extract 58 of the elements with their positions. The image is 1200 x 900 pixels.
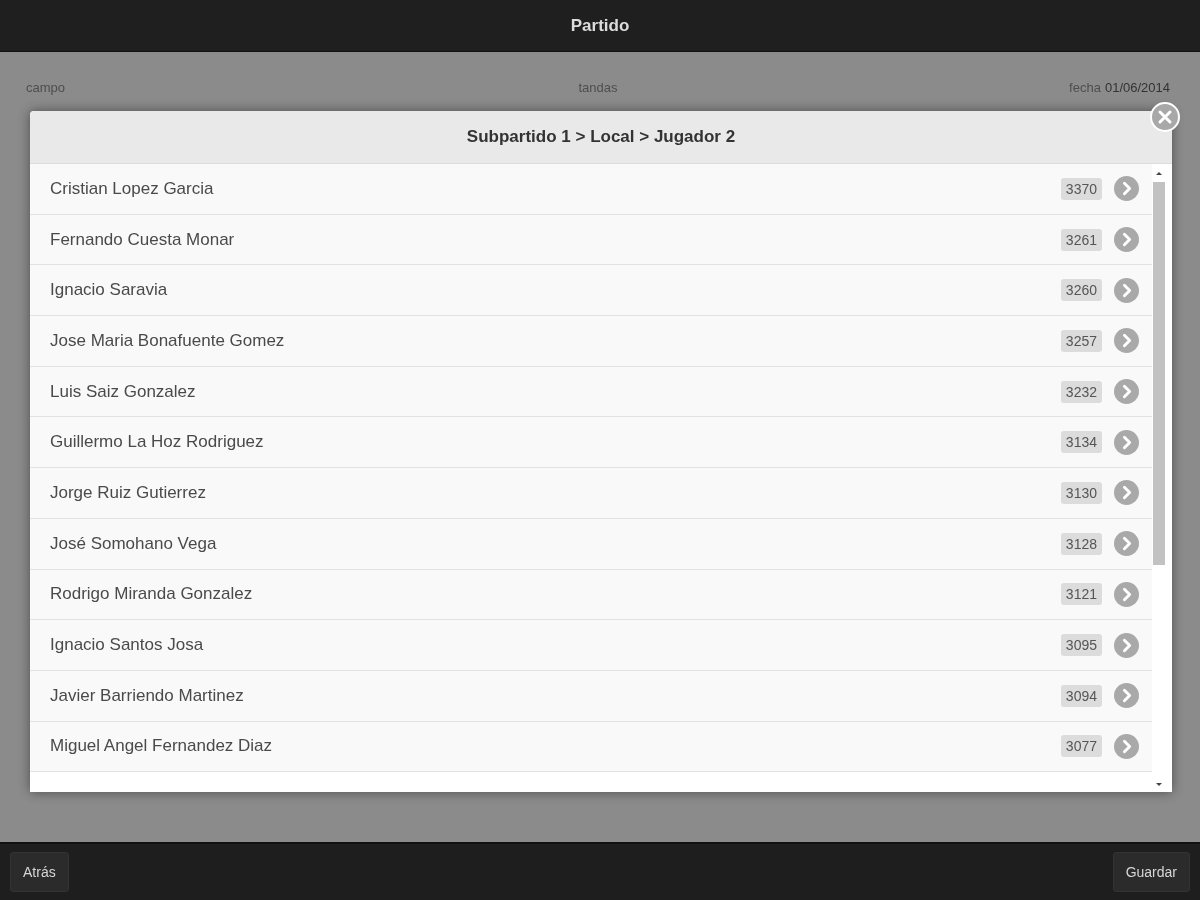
chevron-right-icon[interactable] [1114, 632, 1139, 658]
player-name: Luis Saiz Gonzalez [50, 381, 197, 402]
player-row[interactable]: Fernando Cuesta Monar 3261 [30, 214, 1152, 266]
player-number: 3134 [1060, 431, 1102, 454]
chevron-right-icon[interactable] [1114, 176, 1139, 202]
chevron-right-icon[interactable] [1114, 480, 1139, 506]
close-button[interactable] [1150, 102, 1180, 132]
player-row[interactable]: Cristian Lopez Garcia 3370 [30, 164, 1152, 215]
player-row[interactable]: Jorge Ruiz Gutierrez 3130 [30, 468, 1152, 519]
player-name: Cristian Lopez Garcia [50, 178, 215, 199]
player-name: Jose Maria Bonafuente Gomez [50, 330, 286, 351]
chevron-right-icon[interactable] [1114, 379, 1139, 405]
player-row[interactable]: Luis Saiz Gonzalez 3232 [30, 366, 1152, 418]
dialog-title: Subpartido 1 > Local > Jugador 2 [466, 127, 736, 147]
chevron-right-icon[interactable] [1114, 683, 1139, 709]
chevron-right-icon[interactable] [1114, 733, 1139, 759]
player-number: 3370 [1060, 177, 1102, 200]
player-number: 3094 [1060, 684, 1102, 707]
field-label: campo [26, 80, 66, 95]
player-number: 3128 [1060, 532, 1102, 555]
player-name: Ignacio Santos Josa [50, 635, 205, 656]
player-row[interactable]: José Somohano Vega 3128 [30, 518, 1152, 570]
field-value: 01/06/2014 [1104, 80, 1170, 95]
player-row[interactable]: Guillermo La Hoz Rodriguez 3134 [30, 417, 1152, 469]
page-title: Partido [570, 15, 630, 36]
close-icon [1150, 102, 1180, 132]
player-name: Jorge Ruiz Gutierrez [50, 482, 207, 503]
player-row[interactable]: Ignacio Santos Josa 3095 [30, 620, 1152, 671]
player-number: 3077 [1060, 735, 1102, 758]
chevron-right-icon[interactable] [1114, 531, 1139, 557]
player-row[interactable]: Jose Maria Bonafuente Gomez 3257 [30, 316, 1152, 367]
player-number: 3121 [1060, 583, 1102, 606]
back-button[interactable]: Atrás [10, 852, 69, 892]
chevron-right-icon[interactable] [1114, 581, 1139, 607]
player-row[interactable]: Miguel Angel Fernandez Diaz 3077 [30, 721, 1152, 773]
field-label: fecha [1069, 80, 1101, 95]
player-name: Fernando Cuesta Monar [50, 229, 236, 250]
player-row[interactable]: Javier Barriendo Martinez 3094 [30, 670, 1152, 722]
player-number: 3130 [1060, 481, 1102, 504]
chevron-right-icon[interactable] [1114, 429, 1139, 455]
player-row[interactable]: Ignacio Saravia 3260 [30, 265, 1152, 317]
player-name: José Somohano Vega [50, 533, 218, 554]
save-button[interactable]: Guardar [1112, 852, 1190, 892]
player-number: 3257 [1060, 329, 1102, 352]
player-name: Miguel Angel Fernandez Diaz [50, 736, 274, 757]
player-name: Ignacio Saravia [50, 280, 169, 301]
player-name: Guillermo La Hoz Rodriguez [50, 432, 265, 453]
chevron-right-icon[interactable] [1114, 227, 1139, 253]
chevron-right-icon[interactable] [1114, 277, 1139, 303]
player-number: 3260 [1060, 279, 1102, 302]
player-number: 3095 [1060, 634, 1102, 657]
player-number: 3261 [1060, 228, 1102, 251]
player-number: 3232 [1060, 380, 1102, 403]
chevron-right-icon[interactable] [1114, 328, 1139, 354]
player-name: Javier Barriendo Martinez [50, 685, 245, 706]
field-label: tandas [578, 80, 618, 95]
player-row[interactable]: Rodrigo Miranda Gonzalez 3121 [30, 569, 1152, 621]
player-name: Rodrigo Miranda Gonzalez [50, 584, 254, 605]
